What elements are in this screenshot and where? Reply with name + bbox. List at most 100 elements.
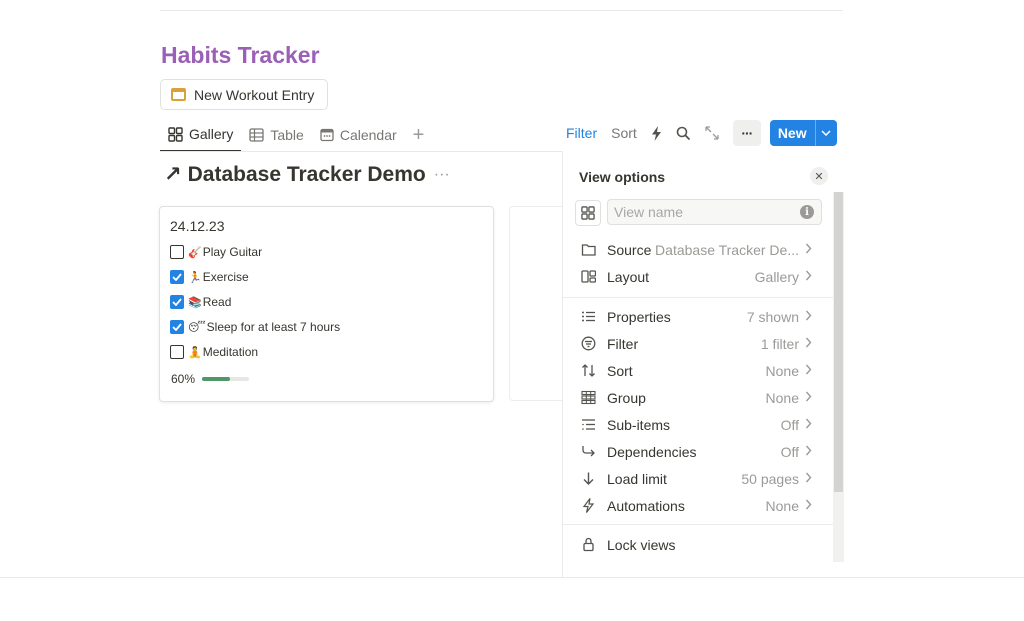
todo-emoji: 🏃 — [188, 271, 202, 284]
todo-item: 🎸 Play Guitar — [170, 245, 262, 259]
database-more-button[interactable]: ··· — [434, 166, 450, 184]
filter-button[interactable]: Filter — [566, 125, 597, 141]
view-option-label: Load limit — [607, 470, 667, 487]
folder-icon — [563, 242, 607, 257]
sort-button[interactable]: Sort — [611, 125, 637, 141]
lock-icon — [563, 537, 607, 552]
todo-checkbox[interactable] — [170, 345, 184, 359]
database-title-row: ↗ Database Tracker Demo ··· — [164, 162, 450, 187]
view-option-label: Dependencies — [607, 443, 697, 460]
view-option-value: Off — [780, 416, 799, 433]
scrollbar-thumb[interactable] — [834, 192, 843, 492]
todo-label: Sleep for at least 7 hours — [206, 320, 341, 334]
view-option-label: Layout — [607, 268, 650, 285]
view-toolbar: Filter Sort ··· New — [566, 120, 837, 146]
view-option-value: None — [765, 362, 799, 379]
tab-table[interactable]: Table — [241, 118, 311, 152]
view-option-sort[interactable]: Sort None — [563, 357, 833, 384]
tab-table-label: Table — [270, 127, 304, 143]
gallery-icon — [581, 206, 595, 220]
tab-calendar[interactable]: Calendar — [312, 118, 405, 152]
plus-icon: + — [412, 123, 425, 146]
todo-checkbox[interactable] — [170, 245, 184, 259]
link-arrow-icon[interactable]: ↗ — [164, 162, 182, 187]
todo-label: Exercise — [202, 270, 249, 284]
todo-label: Play Guitar — [202, 245, 263, 259]
view-option-dependencies[interactable]: Dependencies Off — [563, 438, 833, 465]
view-option-sub-items[interactable]: Sub-items Off — [563, 411, 833, 438]
view-option-lock-views[interactable]: Lock views — [563, 531, 833, 558]
gallery-icon — [168, 126, 183, 142]
progress-bar-fill — [202, 377, 231, 381]
view-option-load-limit[interactable]: Load limit 50 pages — [563, 465, 833, 492]
view-option-label: Filter — [607, 335, 639, 352]
view-option-value: 50 pages — [741, 470, 799, 487]
gallery-card[interactable]: 24.12.23 🎸 Play Guitar 🏃 Exercise 📚 Read 😴 Slee… — [159, 206, 494, 402]
todo-label: Meditation — [202, 345, 259, 359]
view-option-label: Group — [607, 389, 646, 406]
view-option-properties[interactable]: Properties 7 shown — [563, 303, 833, 330]
view-option-label: Properties — [607, 308, 671, 325]
gallery-card-partial[interactable] — [509, 206, 569, 401]
todo-checkbox[interactable] — [170, 320, 184, 334]
checkmark-icon — [172, 323, 182, 331]
view-option-value: 1 filter — [760, 335, 799, 352]
progress-label: 60% — [171, 372, 196, 386]
chevron-right-icon — [805, 499, 819, 513]
chevron-right-icon — [805, 445, 819, 459]
close-button[interactable]: ✕ — [810, 167, 828, 185]
lightning-icon — [651, 125, 661, 141]
calendar-tab-icon — [320, 128, 334, 142]
tab-gallery-label: Gallery — [189, 126, 234, 142]
tabs-divider — [160, 151, 563, 152]
todo-emoji: 😴 — [188, 321, 206, 334]
view-option-automations[interactable]: Automations None — [563, 492, 833, 519]
view-name-input[interactable] — [607, 199, 822, 225]
scrollbar[interactable] — [833, 192, 844, 562]
new-workout-entry-button[interactable]: New Workout Entry — [160, 79, 328, 110]
automation-button[interactable] — [651, 125, 662, 141]
view-option-value: Database Tracker De... — [655, 241, 799, 258]
view-option-label: Lock views — [607, 536, 676, 553]
view-option-label: Automations — [607, 497, 685, 514]
todo-item: 🧘 Meditation — [170, 345, 258, 359]
todo-emoji: 📚 — [188, 296, 202, 309]
todo-emoji: 🧘 — [188, 346, 202, 359]
tab-gallery[interactable]: Gallery — [160, 118, 242, 152]
view-option-group[interactable]: Group None — [563, 384, 833, 411]
view-option-source[interactable]: Source Database Tracker De... — [563, 236, 833, 263]
calendar-icon — [171, 88, 186, 101]
view-option-value: Off — [780, 443, 799, 460]
view-option-filter[interactable]: Filter 1 filter — [563, 330, 833, 357]
view-options-title: View options — [579, 169, 666, 185]
checkmark-icon — [172, 298, 182, 306]
expand-button[interactable] — [705, 126, 719, 140]
view-option-label: Sort — [607, 362, 633, 379]
view-option-label: Sub-items — [607, 416, 671, 433]
add-view-button[interactable]: + — [405, 118, 433, 152]
checkmark-icon — [172, 273, 182, 281]
view-option-value: None — [765, 497, 799, 514]
panel-divider — [563, 524, 833, 525]
todo-checkbox[interactable] — [170, 295, 184, 309]
new-dropdown-button[interactable] — [814, 120, 837, 146]
sort-icon — [563, 363, 607, 378]
page-title: Habits Tracker — [161, 42, 320, 68]
chevron-right-icon — [805, 364, 819, 378]
database-title[interactable]: Database Tracker Demo — [188, 163, 426, 187]
view-icon-button[interactable] — [575, 200, 601, 226]
info-icon[interactable]: i — [800, 205, 814, 219]
dependencies-icon — [563, 444, 607, 459]
chevron-right-icon — [805, 310, 819, 324]
new-button[interactable]: New — [769, 120, 837, 146]
view-option-value: None — [765, 389, 799, 406]
more-options-button[interactable]: ··· — [732, 120, 761, 146]
view-tabs: Gallery Table Calendar + — [160, 118, 432, 152]
view-option-layout[interactable]: Layout Gallery — [563, 263, 833, 290]
view-options-panel: View options ✕ i SourceDatabase Tracker … — [562, 152, 844, 577]
panel-divider — [563, 297, 833, 298]
todo-checkbox[interactable] — [170, 270, 184, 284]
arrow-down-icon — [563, 471, 607, 486]
view-option-value: Gallery — [754, 268, 799, 285]
search-button[interactable] — [676, 126, 691, 141]
